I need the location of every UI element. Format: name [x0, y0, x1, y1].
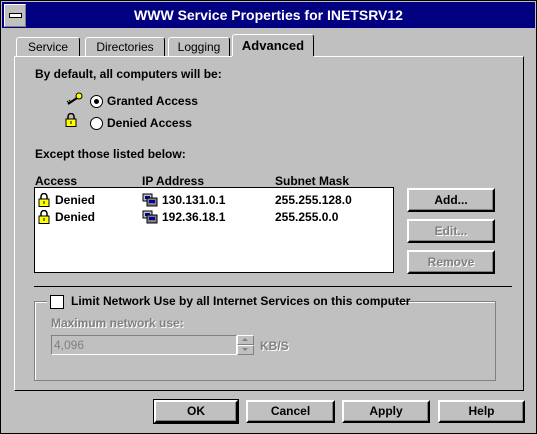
group-header: Limit Network Use by all Internet Servic… — [47, 294, 410, 310]
max-use-label: Maximum network use: — [51, 316, 184, 330]
tab-advanced-label: Advanced — [241, 38, 305, 53]
max-use-unit: KB/S — [260, 339, 289, 353]
limit-network-checkbox[interactable] — [50, 295, 64, 309]
column-header-subnet-mask[interactable]: Subnet Mask — [275, 174, 349, 188]
separator — [34, 286, 512, 289]
spin-up-button[interactable] — [237, 335, 254, 345]
granted-access-radio[interactable] — [90, 95, 103, 108]
window-title: WWW Service Properties for INETSRV12 — [134, 7, 403, 23]
max-use-input[interactable]: 4,096 — [51, 335, 237, 355]
limit-network-label: Limit Network Use by all Internet Servic… — [71, 294, 411, 308]
row-ip: 192.36.18.1 — [162, 210, 226, 224]
list-row[interactable]: Denied 192.36.18.1 255.255.0.0 — [35, 209, 393, 226]
default-access-label: By default, all computers will be: — [35, 67, 222, 81]
tab-directories-label: Directories — [96, 40, 154, 54]
padlock-icon — [38, 193, 50, 207]
granted-access-label: Granted Access — [107, 94, 198, 108]
ok-button[interactable]: OK — [153, 399, 239, 424]
row-mask: 255.255.0.0 — [275, 210, 339, 224]
system-menu-button[interactable] — [4, 4, 26, 27]
except-label: Except those listed below: — [35, 147, 186, 161]
cancel-button[interactable]: Cancel — [246, 400, 335, 423]
apply-button[interactable]: Apply — [342, 400, 430, 423]
computer-icon — [142, 210, 158, 224]
key-icon — [65, 92, 83, 106]
denied-access-radio[interactable] — [90, 117, 103, 130]
column-header-ip-address[interactable]: IP Address — [142, 174, 204, 188]
add-button[interactable]: Add... — [407, 188, 495, 212]
denied-access-label: Denied Access — [107, 116, 192, 130]
remove-button[interactable]: Remove — [407, 250, 495, 274]
exception-list[interactable]: Denied 130.131.0.1 255.255.128.0 Denied … — [34, 187, 394, 273]
tab-advanced[interactable]: Advanced — [232, 34, 314, 59]
column-header-access[interactable]: Access — [35, 174, 77, 188]
row-ip: 130.131.0.1 — [162, 193, 226, 207]
title-bar[interactable]: WWW Service Properties for INETSRV12 — [2, 2, 535, 28]
padlock-icon — [38, 210, 50, 224]
help-button[interactable]: Help — [438, 400, 525, 423]
tab-logging-label: Logging — [177, 40, 221, 54]
list-row[interactable]: Denied 130.131.0.1 255.255.128.0 — [35, 192, 393, 209]
row-mask: 255.255.128.0 — [275, 193, 352, 207]
computer-icon — [142, 193, 158, 207]
edit-button[interactable]: Edit... — [407, 219, 495, 243]
arrow-up-icon — [242, 338, 248, 341]
tab-service-label: Service — [27, 40, 68, 54]
properties-window: WWW Service Properties for INETSRV12 Ser… — [0, 0, 537, 434]
padlock-icon — [65, 113, 77, 127]
row-access: Denied — [55, 193, 96, 207]
tab-logging[interactable]: Logging — [168, 37, 230, 57]
tab-directories[interactable]: Directories — [85, 37, 165, 57]
spin-down-button[interactable] — [237, 345, 254, 355]
row-access: Denied — [55, 210, 96, 224]
tab-service[interactable]: Service — [16, 37, 80, 57]
arrow-down-icon — [242, 348, 248, 351]
